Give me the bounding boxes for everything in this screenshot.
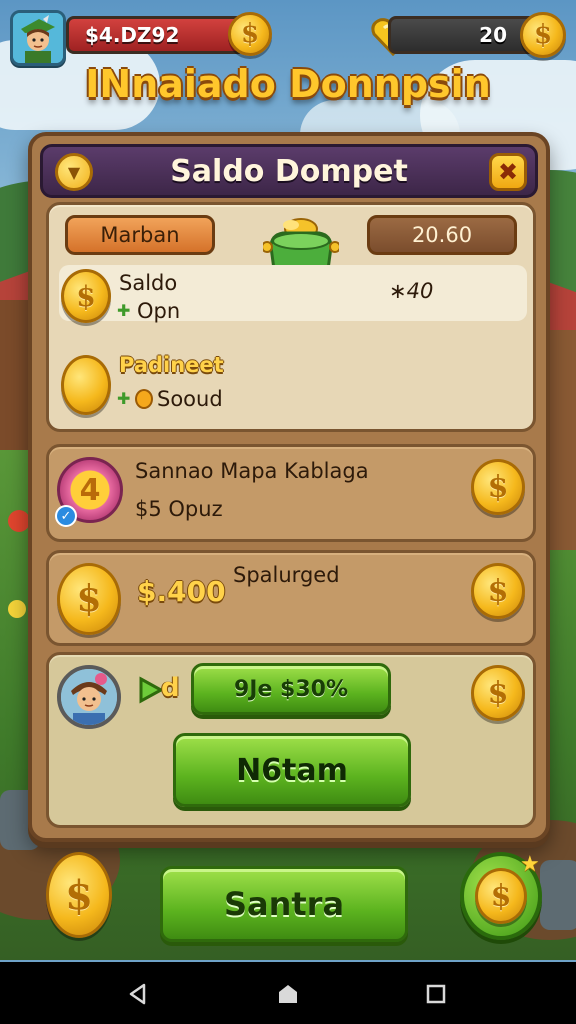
bonus-label: Spalurged [233, 563, 340, 587]
saldo-label: Saldo [119, 271, 178, 295]
gems-bar: 20 [388, 16, 538, 54]
arrow-label: d [161, 673, 180, 703]
game-title: INnaiado Donnpsin [85, 62, 491, 106]
tab-marban[interactable]: Marban [65, 215, 215, 255]
coin-icon: $ [61, 269, 111, 323]
coin-icon: $ [46, 852, 112, 938]
panel-title: Saldo Dompet [170, 153, 408, 189]
start-button[interactable]: Santra [160, 866, 408, 942]
hut [548, 330, 576, 550]
flower [8, 600, 26, 618]
wallet-panel: Saldo Dompet ▼ ✖ Marban 20.60 $ Saldo ✚ … [28, 132, 550, 842]
plus-icon: ✚ [117, 389, 131, 408]
mission-title: Sannao Mapa Kablaga [135, 459, 369, 483]
arrow-indicator: d [139, 673, 185, 709]
coin-icon [61, 355, 111, 415]
claim-button[interactable]: N6tam [173, 733, 411, 807]
character-avatar [57, 665, 121, 729]
money-bar: $4.DZ92 [66, 16, 246, 54]
plus-icon: ✚ [117, 301, 131, 320]
money-value: $4.DZ92 [85, 23, 180, 47]
saldo-amount: 40 [406, 279, 434, 303]
pending-label: Padineet [119, 353, 224, 377]
close-button[interactable]: ✖ [489, 153, 527, 191]
panel-header: Saldo Dompet ▼ ✖ [40, 144, 538, 198]
claim-section: d 9Je $30% $ N6tam [46, 652, 536, 828]
flower [8, 510, 30, 532]
rock [540, 860, 576, 930]
coin-icon: $ [471, 459, 525, 515]
coin-icon: $ [471, 563, 525, 619]
coin-icon: $ [228, 12, 272, 56]
balance-section: Marban 20.60 $ Saldo ✚ Opn ∗40 Padineet … [46, 202, 536, 432]
system-nav-bar [0, 962, 576, 1024]
badge-number: 4 [79, 472, 101, 508]
gems-value: 20 [479, 23, 507, 47]
mission-reward: $5 Opuz [135, 497, 223, 521]
player-avatar[interactable] [10, 10, 66, 66]
recents-icon[interactable] [424, 982, 448, 1006]
home-icon[interactable] [276, 982, 300, 1006]
tab-value: 20.60 [367, 215, 517, 255]
offer-button[interactable]: 9Je $30% [191, 663, 391, 715]
coin-icon: $ [57, 563, 121, 635]
saldo-amount-row: ∗40 [389, 279, 434, 303]
mission-row[interactable]: 4 ✓ Sannao Mapa Kablaga $5 Opuz $ [46, 444, 536, 542]
back-icon[interactable] [126, 982, 150, 1006]
coin-stack-icon [135, 389, 153, 409]
chevron-down-icon[interactable]: ▼ [55, 153, 93, 191]
pending-sub: Sooud [157, 387, 223, 411]
sparkle-icon: ★ [520, 852, 540, 877]
check-icon: ✓ [55, 505, 77, 527]
coin-icon: $ [520, 12, 566, 58]
coin-icon: $ [471, 665, 525, 721]
bonus-amount: $.400 [137, 575, 226, 608]
bonus-row[interactable]: $ $.400 Spalurged $ [46, 550, 536, 646]
close-icon: ✖ [497, 158, 519, 186]
saldo-sub: Opn [137, 299, 181, 323]
